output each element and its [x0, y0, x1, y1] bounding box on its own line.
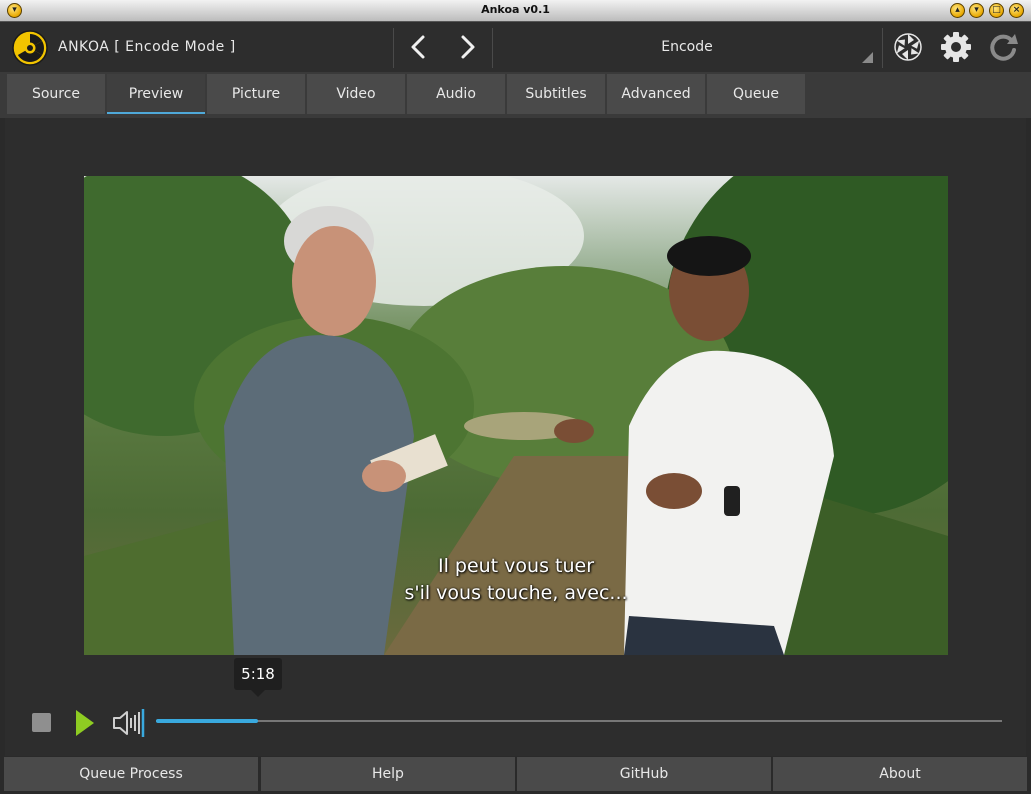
help-button[interactable]: Help: [261, 757, 515, 791]
radiation-logo-icon: [12, 30, 48, 66]
tab-queue[interactable]: Queue: [707, 74, 805, 114]
tab-video[interactable]: Video: [307, 74, 405, 114]
app-title: ANKOA [ Encode Mode ]: [58, 39, 236, 55]
tab-bar: Source Preview Picture Video Audio Subti…: [0, 72, 1031, 118]
subtitle-line-1: Il peut vous tuer: [437, 555, 595, 577]
seek-time-tooltip: 5:18: [234, 658, 282, 697]
tab-picture[interactable]: Picture: [207, 74, 305, 114]
close-button[interactable]: ×: [1009, 3, 1024, 18]
bottom-button-bar: Queue Process Help GitHub About: [0, 756, 1031, 794]
tab-subtitles[interactable]: Subtitles: [507, 74, 605, 114]
minimize-button[interactable]: ▾: [969, 3, 984, 18]
tab-audio[interactable]: Audio: [407, 74, 505, 114]
header-divider: [393, 28, 394, 68]
subtitle-line-2: s'il vous touche, avec...: [404, 582, 628, 604]
dropdown-corner-icon: [862, 52, 873, 63]
about-button[interactable]: About: [773, 757, 1027, 791]
video-preview[interactable]: Il peut vous tuer s'il vous touche, avec…: [84, 176, 948, 655]
maximize-button[interactable]: □: [989, 3, 1004, 18]
forward-arrow-icon[interactable]: [452, 32, 482, 62]
tab-advanced[interactable]: Advanced: [607, 74, 705, 114]
github-button[interactable]: GitHub: [517, 757, 771, 791]
seek-bar[interactable]: [156, 720, 1002, 722]
back-arrow-icon[interactable]: [404, 32, 434, 62]
window-title: Ankoa v0.1: [481, 3, 550, 16]
gear-icon[interactable]: [940, 31, 972, 63]
aperture-icon[interactable]: [892, 31, 924, 63]
stop-button[interactable]: [32, 713, 51, 732]
shade-button[interactable]: ▴: [950, 3, 965, 18]
tab-preview[interactable]: Preview: [107, 74, 205, 114]
play-button[interactable]: [76, 710, 94, 736]
queue-process-button[interactable]: Queue Process: [4, 757, 258, 791]
volume-icon[interactable]: [112, 707, 146, 739]
refresh-icon[interactable]: [987, 31, 1019, 63]
seek-bar-progress[interactable]: [156, 719, 258, 723]
window-titlebar: ▾ Ankoa v0.1 ▴ ▾ □ ×: [0, 0, 1031, 22]
tab-source[interactable]: Source: [7, 74, 105, 114]
header-divider: [492, 28, 493, 68]
header-divider: [882, 28, 883, 68]
mode-selector[interactable]: Encode: [494, 39, 880, 55]
app-header: ANKOA [ Encode Mode ] Encode: [0, 22, 1031, 72]
